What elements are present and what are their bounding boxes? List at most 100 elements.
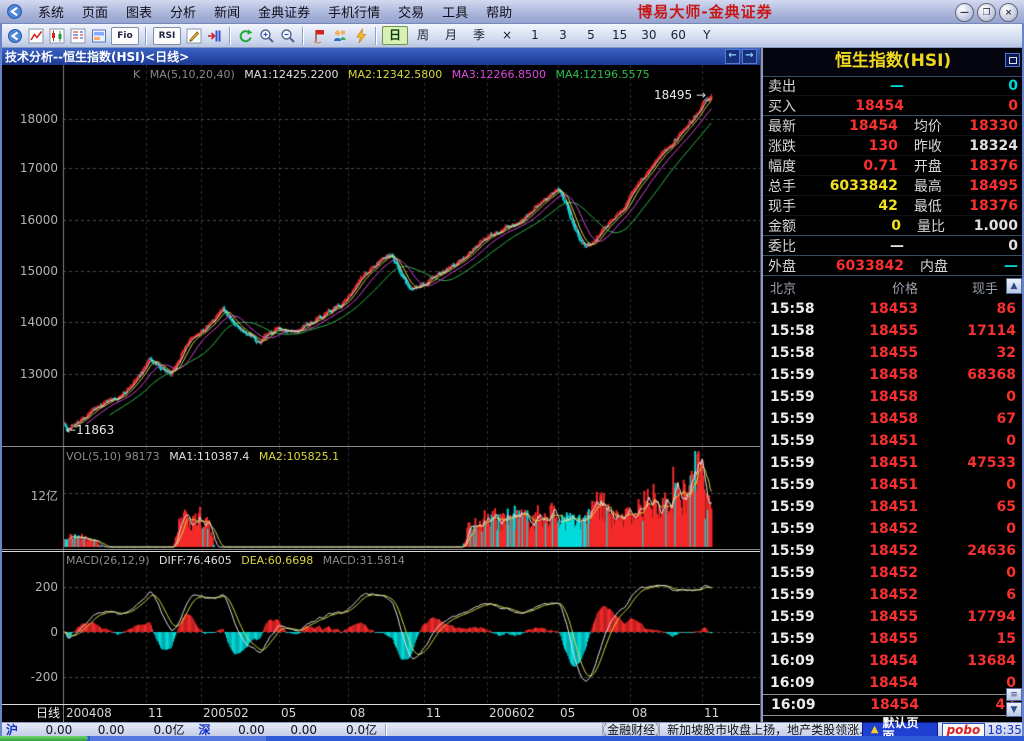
draw-icon[interactable] [183,26,204,46]
page-layout-icon[interactable] [88,26,109,46]
taskbar[interactable] [0,736,1024,741]
scroll-thumb[interactable]: ≡ [1006,688,1022,701]
refresh-icon[interactable] [235,26,256,46]
tick-row-13[interactable]: 15:59184526 [762,584,1024,606]
fio-button[interactable]: Fio [111,27,139,45]
menu-item-6[interactable]: 手机行情 [319,2,389,21]
time-tick-label: 11 [704,705,719,722]
scroll-up-button[interactable]: ▲ [1006,278,1022,294]
menu-item-8[interactable]: 工具 [433,2,477,21]
tick-row-4[interactable]: 15:59184580 [762,386,1024,408]
menu-item-1[interactable]: 页面 [73,2,117,21]
period-button-0[interactable]: 日 [382,26,408,45]
restore-button[interactable]: ❐ [977,3,996,22]
tick-row-12[interactable]: 15:59184520 [762,562,1024,584]
tick-list-header: 北京 价格 现手 [762,276,1024,298]
pointer-flag-icon[interactable] [308,26,329,46]
tick-row-8[interactable]: 15:59184510 [762,474,1024,496]
period-button-1[interactable]: 周 [410,26,436,45]
tick-cell: 32 [918,345,1024,361]
tick-row-7[interactable]: 15:591845147533 [762,452,1024,474]
minimize-button[interactable]: — [955,3,974,22]
tick-cell: 18453 [840,301,918,317]
quote-field: 1.000 [974,218,1018,234]
quote-field: 18376 [969,198,1018,214]
tick-row-10[interactable]: 15:59184520 [762,518,1024,540]
period-button-10[interactable]: 60 [665,26,692,45]
tick-row-18[interactable]: 16:091845442 [762,694,1024,716]
quote-field: 0 [904,78,1018,94]
quote-field: 最新 [768,116,814,136]
tick-row-17[interactable]: 16:09184540 [762,672,1024,694]
tick-row-0[interactable]: 15:581845386 [762,298,1024,320]
tick-row-16[interactable]: 16:091845413684 [762,650,1024,672]
menu-item-4[interactable]: 新闻 [205,2,249,21]
period-button-2[interactable]: 月 [438,26,464,45]
indicator-vol-ma1: MA1:110387.4 [169,450,249,463]
tick-row-1[interactable]: 15:581845517114 [762,320,1024,342]
period-button-9[interactable]: 30 [635,26,662,45]
lightning-icon[interactable] [350,26,371,46]
panel-divider[interactable] [760,48,763,722]
menu-item-2[interactable]: 图表 [117,2,161,21]
period-button-11[interactable]: Y [694,26,720,45]
tick-cell: 17114 [918,323,1024,339]
pobo-logo: pobo [942,723,986,737]
menu-item-7[interactable]: 交易 [389,2,433,21]
tick-row-2[interactable]: 15:581845532 [762,342,1024,364]
menu-item-0[interactable]: 系统 [29,2,73,21]
close-button[interactable]: × [999,3,1018,22]
price-tick-label: 13000 [0,367,58,381]
users-icon[interactable] [329,26,350,46]
next-chart-button[interactable]: → [742,49,757,64]
app-title: 博易大师-金典证券 [580,1,830,22]
period-button-7[interactable]: 5 [578,26,604,45]
quote-field: 42 [814,198,898,214]
quote-field: 18330 [969,118,1018,134]
tick-row-11[interactable]: 15:591845224636 [762,540,1024,562]
kline-icon[interactable] [46,26,67,46]
goto-icon[interactable] [204,26,225,46]
tick-row-14[interactable]: 15:591845517794 [762,606,1024,628]
zoom-in-icon[interactable] [256,26,277,46]
tick-cell: 0 [918,565,1024,581]
scroll-down-button[interactable]: ▼ [1006,702,1022,717]
quote-field: 0 [815,218,901,234]
macd-chart-canvas[interactable] [0,550,762,705]
panel-maximize-icon[interactable] [1005,53,1020,67]
quote-row-6: 现手42最低18376 [762,196,1024,216]
kline-chart-canvas[interactable] [0,65,762,447]
trend-line-icon[interactable] [25,26,46,46]
period-button-3[interactable]: 季 [466,26,492,45]
start-button[interactable] [0,736,88,741]
period-button-4[interactable]: × [494,26,520,45]
tick-row-5[interactable]: 15:591845867 [762,408,1024,430]
tick-cell: 15:59 [762,565,840,581]
tick-row-9[interactable]: 15:591845165 [762,496,1024,518]
menu-item-3[interactable]: 分析 [161,2,205,21]
default-page-button[interactable]: ▲ 默认页面 [862,722,938,737]
back-icon[interactable] [4,26,25,46]
tick-cell: 15:59 [762,587,840,603]
quote-row-7: 金额0量比1.000 [762,216,1024,236]
period-button-8[interactable]: 15 [606,26,633,45]
quote-field: 6033842 [816,258,904,274]
quote-board-icon[interactable] [67,26,88,46]
volume-indicator-row: VOL(5,10) 98173 MA1:110387.4 MA2:105825.… [66,450,345,463]
prev-chart-button[interactable]: ← [725,49,740,64]
tick-cell: 15:59 [762,389,840,405]
tick-cell: 68368 [918,367,1024,383]
period-button-6[interactable]: 3 [550,26,576,45]
tick-row-6[interactable]: 15:59184510 [762,430,1024,452]
period-button-5[interactable]: 1 [522,26,548,45]
price-tick-label: 18000 [0,112,58,126]
tick-row-3[interactable]: 15:591845868368 [762,364,1024,386]
tick-row-15[interactable]: 15:591845515 [762,628,1024,650]
tick-cell: 18455 [840,323,918,339]
time-tick-label: 200502 [203,705,249,722]
rsi-button[interactable]: RSI [153,27,181,45]
menu-item-5[interactable]: 金典证券 [249,2,319,21]
menu-item-9[interactable]: 帮助 [477,2,521,21]
zoom-out-icon[interactable] [277,26,298,46]
quote-field: 18324 [969,138,1018,154]
